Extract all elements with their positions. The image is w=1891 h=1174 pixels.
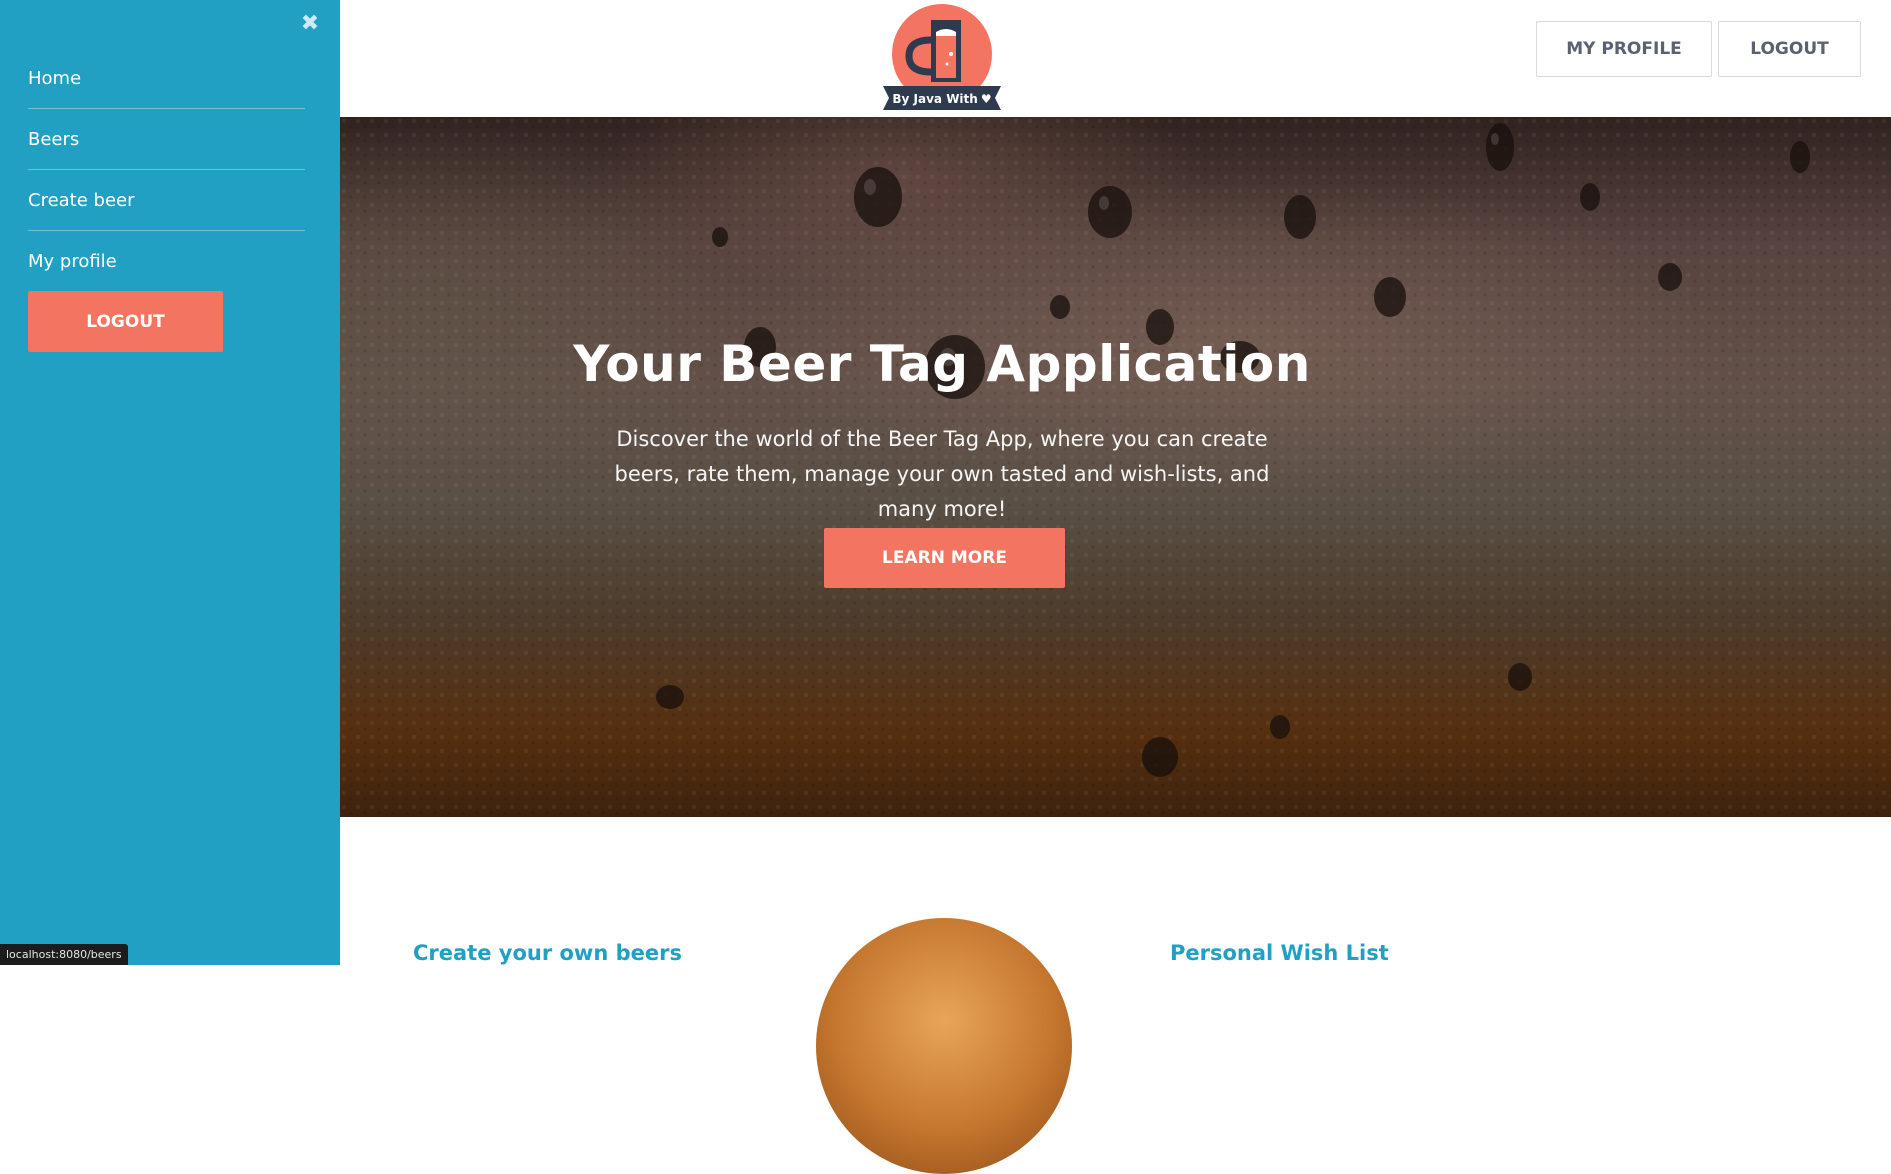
sidebar-item-beers[interactable]: Beers [28,109,305,170]
top-header: By Java With ♥ MY PROFILE LOGOUT [340,0,1891,117]
logo-caption: By Java With ♥ [892,92,992,106]
hero-description: Discover the world of the Beer Tag App, … [614,427,1270,521]
sidebar-item-my-profile[interactable]: My profile [28,231,305,292]
sidebar-menu: ✖ Home Beers Create beer My profile LOGO… [0,0,340,965]
learn-more-button[interactable]: LEARN MORE [824,528,1065,588]
hero-title: Your Beer Tag Application [573,335,1311,393]
feature-title-wish-list: Personal Wish List [1170,941,1389,965]
my-profile-button[interactable]: MY PROFILE [1536,21,1712,77]
feature-title-create-beers: Create your own beers [413,941,682,965]
header-logout-button[interactable]: LOGOUT [1718,21,1861,77]
sidebar-item-home[interactable]: Home [28,48,305,109]
heart-icon: ♥ [980,92,992,106]
feature-beer-image [816,918,1072,1174]
close-icon[interactable]: ✖ [298,12,322,36]
sidebar-nav-list: Home Beers Create beer My profile [28,48,305,292]
hero-banner: Your Beer Tag Application Discover the w… [340,117,1891,817]
sidebar-item-create-beer[interactable]: Create beer [28,170,305,231]
sidebar-logout-button[interactable]: LOGOUT [28,291,223,352]
status-url-bar: localhost:8080/beers [0,944,128,965]
